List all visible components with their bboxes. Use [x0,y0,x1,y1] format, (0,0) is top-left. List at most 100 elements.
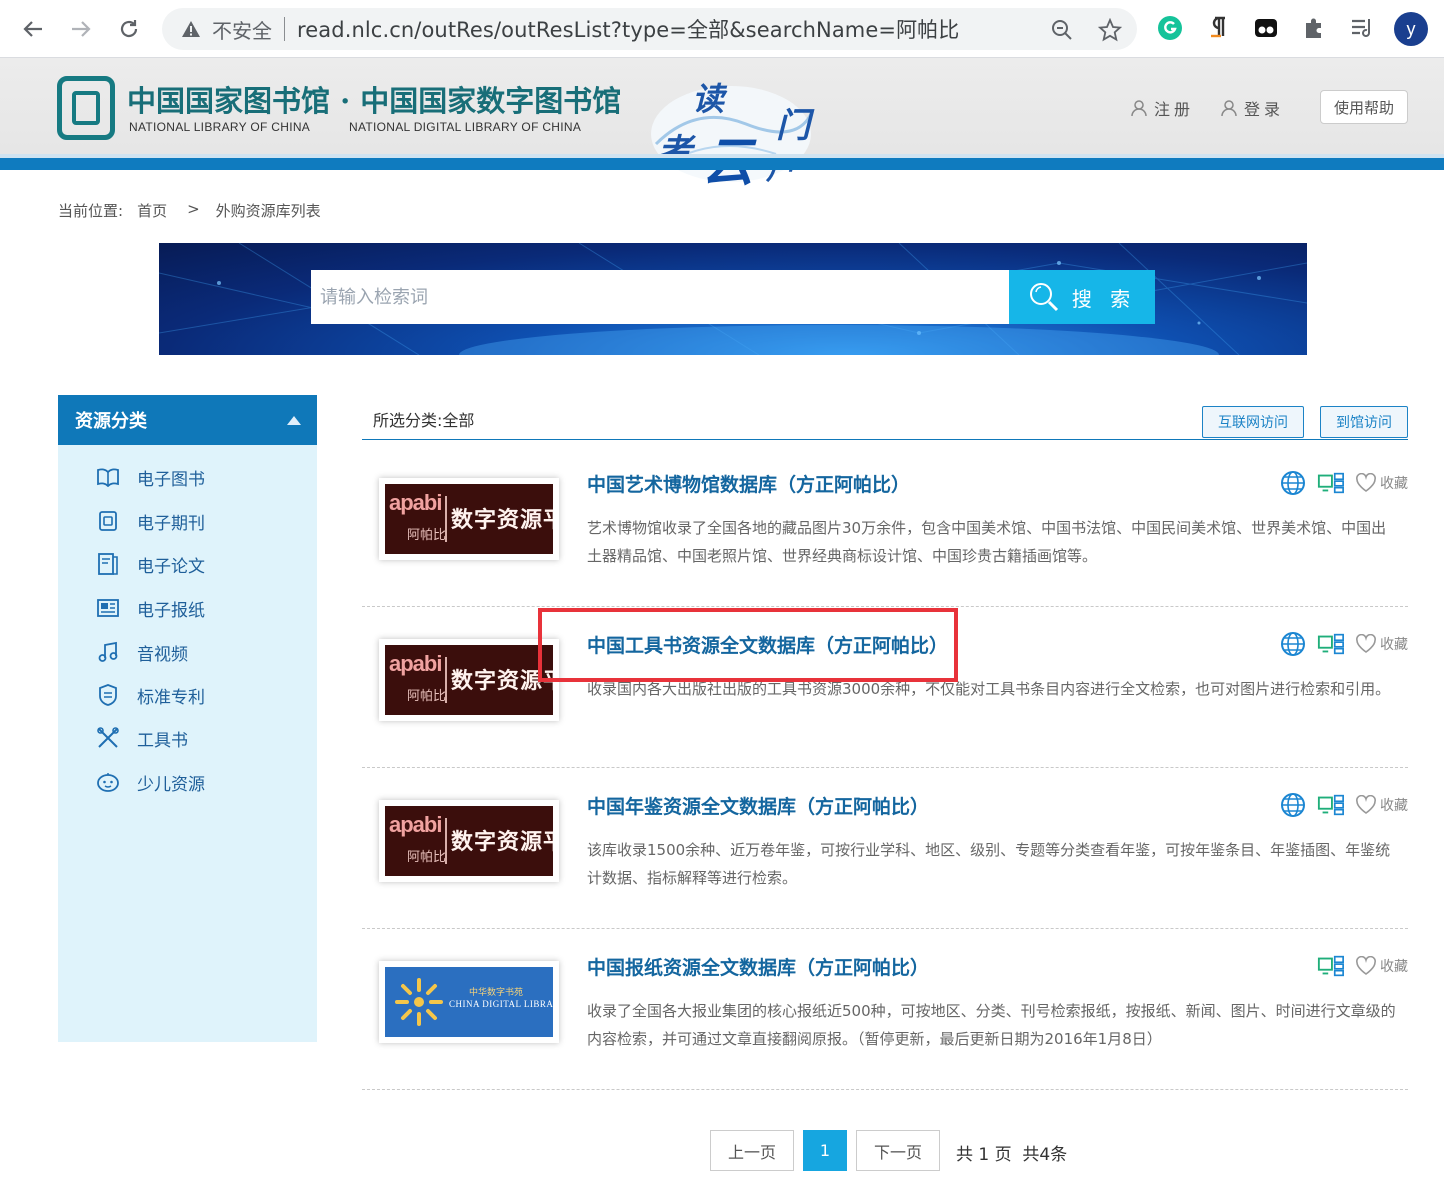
internet-access-globe-icon[interactable] [1279,470,1307,496]
sidebar-item-label[interactable]: 少儿资源 [137,770,205,795]
sunburst-icon [395,978,443,1026]
onsite-access-filter-button[interactable]: 到馆访问 [1320,406,1408,438]
list-item: apabi 阿帕比 数字资源平台 中国年鉴资源全文数据库（方正阿帕比） 该库收录… [362,768,1408,929]
newspaper-icon [94,595,122,621]
login-link[interactable]: 登录 [1220,96,1284,120]
bookmark-star-icon[interactable] [1097,17,1123,43]
help-button[interactable]: 使用帮助 [1320,90,1408,124]
onsite-access-icon[interactable] [1317,792,1345,818]
search-button-label[interactable]: 搜 索 [1072,283,1136,312]
sidebar-item-label[interactable]: 音视频 [137,640,188,665]
search-icon [1029,283,1058,312]
heart-icon [1356,473,1376,492]
resource-actions: 收藏 [1279,631,1408,657]
resource-thumbnail[interactable]: apabi 阿帕比 数字资源平台 [379,800,559,882]
warning-icon[interactable] [180,18,202,40]
children-icon [94,769,122,795]
standard-patent-icon [94,682,122,708]
url-text[interactable]: read.nlc.cn/outRes/outResList?type=全部&se… [297,14,959,44]
sidebar-header[interactable]: 资源分类 [58,395,317,445]
library-name-cn[interactable]: 中国国家图书馆 · 中国国家数字图书馆 [127,78,621,120]
forward-arrow-icon[interactable] [64,12,98,46]
favorite-label[interactable]: 收藏 [1380,473,1408,493]
site-header: 中国国家图书馆 · 中国国家数字图书馆 NATIONAL LIBRARY OF … [0,58,1444,193]
favorite-button[interactable]: 收藏 [1355,634,1408,654]
resource-thumbnail[interactable]: apabi 阿帕比 数字资源平台 [379,639,559,721]
favorite-label[interactable]: 收藏 [1380,956,1408,976]
library-logo-icon[interactable] [57,76,115,140]
paragraph-extension-icon[interactable] [1204,14,1232,42]
onsite-access-icon[interactable] [1317,470,1345,496]
resource-title[interactable]: 中国艺术博物馆数据库（方正阿帕比） [587,470,910,497]
prev-page-button[interactable]: 上一页 [710,1130,794,1171]
resource-thumbnail[interactable]: 中华数字书苑 CHINA DIGITAL LIBRARY [379,961,559,1043]
register-link[interactable]: 注册 [1130,96,1194,120]
profile-avatar[interactable]: y [1394,12,1428,46]
internet-access-globe-icon[interactable] [1279,631,1307,657]
sidebar-item-ebooks[interactable]: 电子图书 [94,462,205,492]
login-label[interactable]: 登录 [1244,96,1284,120]
divider [284,17,285,41]
zoom-search-icon[interactable] [1049,17,1075,43]
collapse-triangle-icon[interactable] [287,416,301,425]
favorite-button[interactable]: 收藏 [1355,795,1408,815]
selected-category-prefix: 所选分类: [373,411,443,430]
cloud-char-read: 读 [692,80,725,118]
resource-thumbnail[interactable]: apabi 阿帕比 数字资源平台 [379,478,559,560]
breadcrumb-current: 外购资源库列表 [215,202,321,220]
address-bar[interactable]: 不安全 read.nlc.cn/outRes/outResList?type=全… [162,8,1137,50]
sidebar-item-label[interactable]: 电子报纸 [137,596,205,621]
resource-title[interactable]: 中国年鉴资源全文数据库（方正阿帕比） [587,792,929,819]
resource-title[interactable]: 中国工具书资源全文数据库（方正阿帕比） [587,631,948,658]
thesis-icon [94,551,122,577]
reading-list-icon[interactable] [1348,14,1376,42]
next-page-button[interactable]: 下一页 [856,1130,940,1171]
sidebar-item-theses[interactable]: 电子论文 [94,549,205,579]
current-page-button[interactable]: 1 [803,1130,847,1171]
sidebar-item-audio-video[interactable]: 音视频 [94,637,188,667]
sidebar-item-children[interactable]: 少儿资源 [94,767,205,797]
search-button[interactable]: 搜 索 [1009,270,1155,324]
heart-icon [1356,956,1376,975]
cloud-char-gate: 门 [776,106,810,146]
resource-description: 收录了全国各大报业集团的核心报纸近500种，可按地区、分类、刊号检索报纸，按报纸… [587,1002,1396,1048]
sidebar-item-ejournals[interactable]: 电子期刊 [94,506,205,536]
onsite-access-icon[interactable] [1317,631,1345,657]
glasses-extension-icon[interactable] [1252,14,1280,42]
favorite-label[interactable]: 收藏 [1380,634,1408,654]
favorite-button[interactable]: 收藏 [1355,473,1408,493]
sidebar-item-newspapers[interactable]: 电子报纸 [94,593,205,623]
favorite-label[interactable]: 收藏 [1380,795,1408,815]
breadcrumb-home[interactable]: 首页 [137,200,167,221]
sidebar-item-label[interactable]: 工具书 [137,726,188,751]
header-stripe [0,158,1444,170]
sidebar-item-label[interactable]: 电子图书 [137,465,205,490]
resource-title[interactable]: 中国报纸资源全文数据库（方正阿帕比） [587,953,929,980]
sidebar-item-reference-books[interactable]: 工具书 [94,723,188,753]
tools-icon [94,725,122,751]
reload-icon[interactable] [112,12,146,46]
favorite-button[interactable]: 收藏 [1355,956,1408,976]
china-digital-library-logo: 中华数字书苑 CHINA DIGITAL LIBRARY [385,967,553,1037]
pagination-summary: 共 1 页 共4条 [956,1145,1068,1165]
register-label[interactable]: 注册 [1154,96,1194,120]
internet-access-globe-icon[interactable] [1279,792,1307,818]
heart-icon [1356,795,1376,814]
list-item: apabi 阿帕比 数字资源平台 中国工具书资源全文数据库（方正阿帕比） 收录国… [362,607,1408,768]
sidebar-item-label[interactable]: 电子期刊 [137,509,205,534]
grammarly-extension-icon[interactable] [1156,14,1184,42]
breadcrumb: 当前位置: 首页 > 外购资源库列表 [58,200,325,221]
internet-access-filter-button[interactable]: 互联网访问 [1202,406,1304,438]
sidebar-item-standards-patents[interactable]: 标准专利 [94,680,205,710]
list-item: apabi 阿帕比 数字资源平台 中国艺术博物馆数据库（方正阿帕比） 艺术博物馆… [362,446,1408,607]
resource-actions: 收藏 [1317,953,1408,979]
onsite-access-icon[interactable] [1317,953,1345,979]
sidebar-item-label[interactable]: 标准专利 [137,683,205,708]
sidebar-title: 资源分类 [75,411,147,432]
apabi-logo: apabi 阿帕比 数字资源平台 [385,645,553,715]
sidebar-item-label[interactable]: 电子论文 [137,552,205,577]
search-input[interactable] [311,270,1009,324]
puzzle-extensions-icon[interactable] [1300,14,1328,42]
browser-toolbar: 不安全 read.nlc.cn/outRes/outResList?type=全… [0,0,1444,58]
back-arrow-icon[interactable] [16,12,50,46]
